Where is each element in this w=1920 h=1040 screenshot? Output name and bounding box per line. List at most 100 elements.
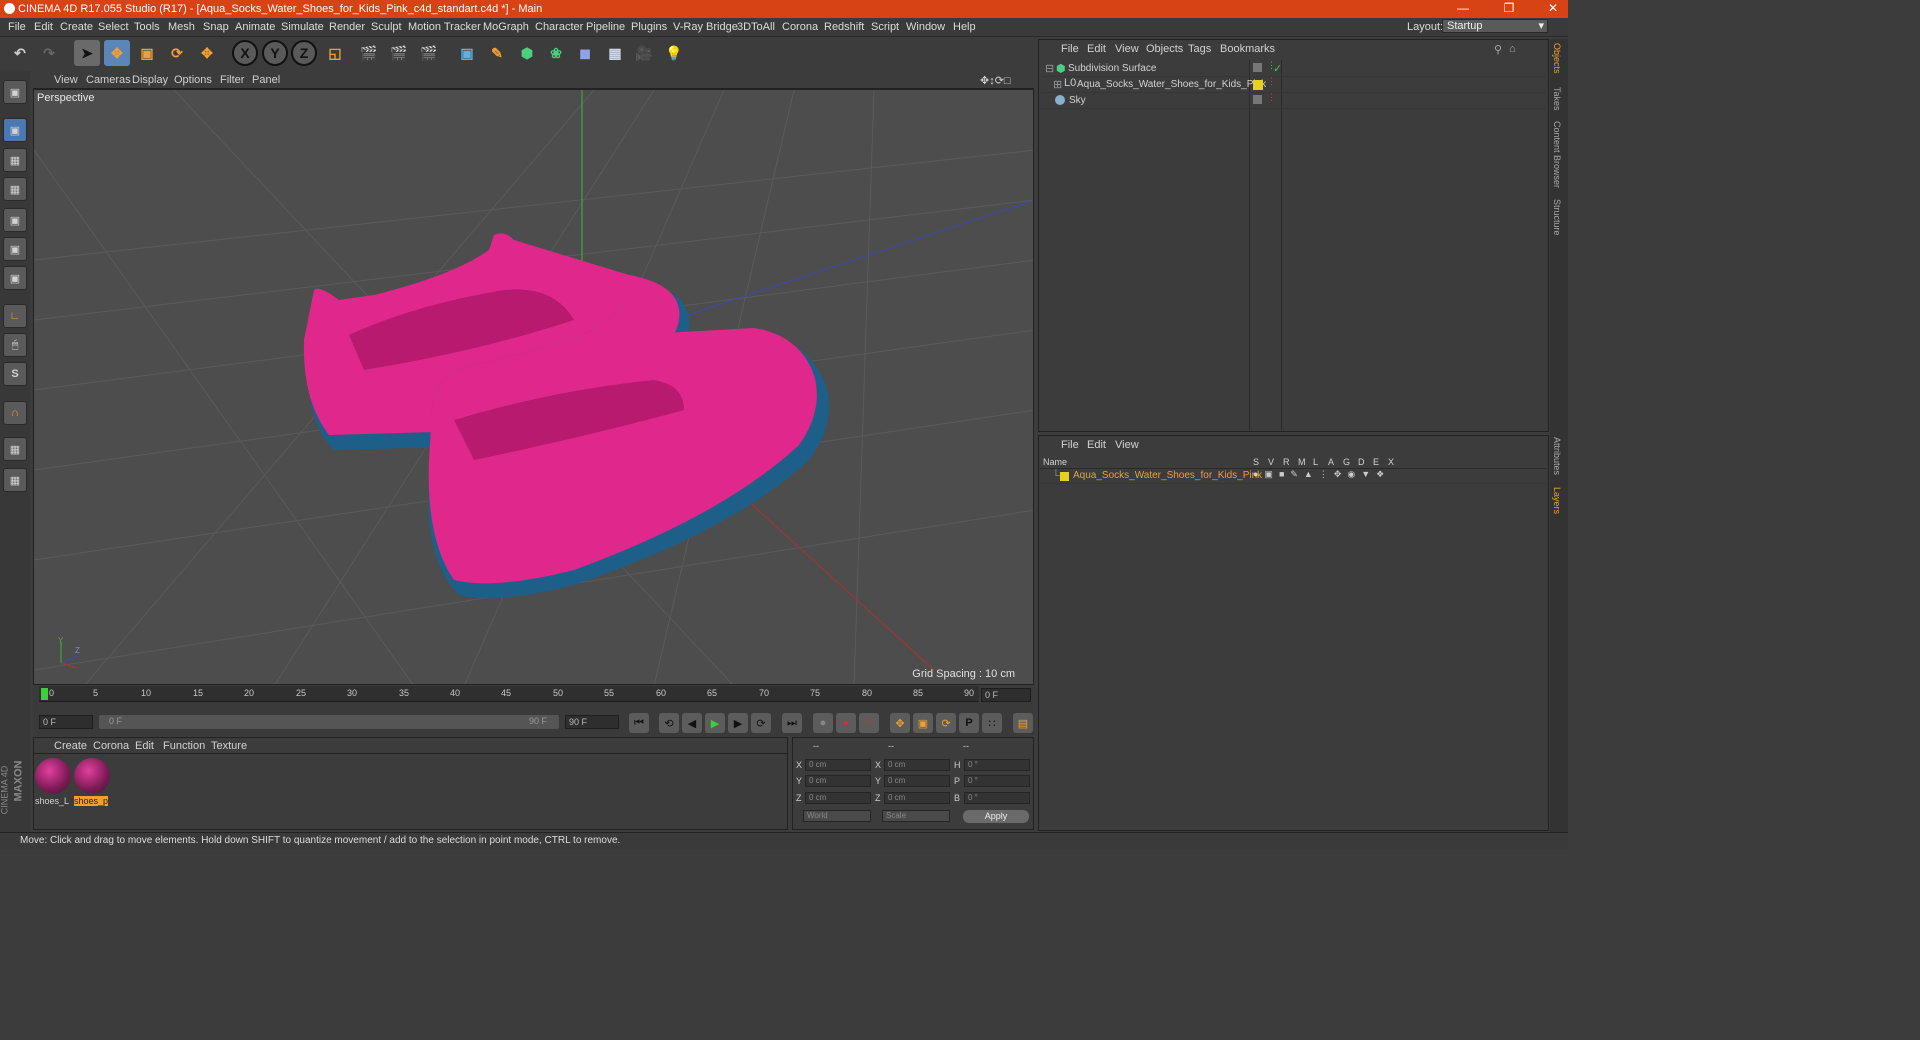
- close-button[interactable]: ✕: [1538, 1, 1568, 15]
- make-editable-icon[interactable]: ▣: [3, 80, 27, 104]
- go-to-start-icon[interactable]: ⏮: [629, 713, 649, 733]
- coordinate-system-button[interactable]: ◱: [322, 40, 348, 66]
- home-icon[interactable]: ⌂: [1509, 43, 1516, 55]
- viewport-menu-cameras[interactable]: Cameras: [86, 74, 131, 86]
- object-menu-edit[interactable]: Edit: [1087, 43, 1106, 55]
- viewport-nav-icons[interactable]: ✥↕⟳□: [980, 74, 1011, 87]
- object-menu-view[interactable]: View: [1115, 43, 1139, 55]
- record-keys-icon[interactable]: ●: [813, 713, 833, 733]
- x-axis-lock-button[interactable]: X: [232, 40, 258, 66]
- visibility-dots-icon[interactable]: ⋮: [1267, 76, 1276, 87]
- menu-3dtoall[interactable]: 3DToAll: [737, 21, 775, 33]
- viewport-menu-filter[interactable]: Filter: [220, 74, 244, 86]
- restore-button[interactable]: ❐: [1494, 1, 1524, 15]
- menu-mograph[interactable]: MoGraph: [483, 21, 529, 33]
- menu-pipeline[interactable]: Pipeline: [586, 21, 625, 33]
- tab-layers[interactable]: Layers: [1552, 487, 1562, 514]
- menu-simulate[interactable]: Simulate: [281, 21, 324, 33]
- keyframe-selection-icon[interactable]: ?: [859, 713, 879, 733]
- redo-button[interactable]: ↷: [36, 40, 62, 66]
- rotation-h-field[interactable]: 0 °: [964, 759, 1030, 771]
- playhead[interactable]: [41, 688, 48, 700]
- y-axis-lock-button[interactable]: Y: [262, 40, 288, 66]
- next-key-icon[interactable]: ⟳: [751, 713, 771, 733]
- viewport-menu-panel[interactable]: Panel: [252, 74, 280, 86]
- material-menu-create[interactable]: Create: [54, 740, 87, 752]
- coordinate-space-dropdown[interactable]: World: [803, 810, 871, 822]
- menu-mesh[interactable]: Mesh: [168, 21, 195, 33]
- next-frame-icon[interactable]: ▶: [728, 713, 748, 733]
- position-z-field[interactable]: 0 cm: [805, 792, 871, 804]
- transform-tool-button[interactable]: ✥: [194, 40, 220, 66]
- z-axis-lock-button[interactable]: Z: [291, 40, 317, 66]
- previous-frame-icon[interactable]: ◀: [682, 713, 702, 733]
- move-tool-button[interactable]: ✥: [104, 40, 130, 66]
- material-menu-corona[interactable]: Corona: [93, 740, 129, 752]
- menu-help[interactable]: Help: [953, 21, 976, 33]
- planar-workplane-icon[interactable]: ▦: [3, 468, 27, 492]
- render-settings-button[interactable]: 🎬: [416, 40, 442, 66]
- key-rotation-icon[interactable]: ⟳: [936, 713, 956, 733]
- layer-color-icon[interactable]: [1253, 80, 1263, 90]
- material-menu-texture[interactable]: Texture: [211, 740, 247, 752]
- menu-create[interactable]: Create: [60, 21, 93, 33]
- menu-edit[interactable]: Edit: [34, 21, 53, 33]
- object-row-shoes[interactable]: ⊞ L0 Aqua_Socks_Water_Shoes_for_Kids_Pin…: [1041, 76, 1546, 93]
- layer-toggle-icons[interactable]: ●▣■✎▲⋮✥◉▼❖: [1253, 469, 1390, 480]
- floor-button[interactable]: ▦: [602, 40, 628, 66]
- tab-objects[interactable]: Objects: [1552, 43, 1562, 74]
- spline-pen-button[interactable]: ✎: [484, 40, 510, 66]
- object-row-subdivision[interactable]: ⊟ ⬢ Subdivision Surface ⋮ ✓: [1041, 60, 1546, 77]
- frame-range-slider[interactable]: 0 F 90 F: [99, 715, 559, 729]
- tweak-mode-icon[interactable]: 🖱: [3, 333, 27, 357]
- light-button[interactable]: 💡: [661, 40, 687, 66]
- end-frame-field[interactable]: 90 F: [565, 715, 619, 729]
- start-frame-field[interactable]: 0 F: [39, 715, 93, 729]
- current-frame-field[interactable]: 0 F: [981, 688, 1031, 702]
- size-x-field[interactable]: 0 cm: [884, 759, 950, 771]
- render-picture-viewer-button[interactable]: 🎬: [386, 40, 412, 66]
- menu-script[interactable]: Script: [871, 21, 899, 33]
- menu-redshift[interactable]: Redshift: [824, 21, 864, 33]
- lock-workplane-icon[interactable]: ▦: [3, 437, 27, 461]
- menu-sculpt[interactable]: Sculpt: [371, 21, 402, 33]
- edit-tag-icon[interactable]: [1253, 63, 1262, 72]
- material-swatch[interactable]: [74, 758, 110, 794]
- key-scale-icon[interactable]: ▣: [913, 713, 933, 733]
- scale-tool-button[interactable]: ▣: [134, 40, 160, 66]
- position-y-field[interactable]: 0 cm: [805, 775, 871, 787]
- go-to-end-icon[interactable]: ⏭: [782, 713, 802, 733]
- material-menu-function[interactable]: Function: [163, 740, 205, 752]
- viewport-menu-view[interactable]: View: [54, 74, 78, 86]
- menu-plugins[interactable]: Plugins: [631, 21, 667, 33]
- visibility-dots-icon[interactable]: ⋮: [1267, 92, 1276, 103]
- layer-menu-edit[interactable]: Edit: [1087, 439, 1106, 451]
- snap-icon[interactable]: S: [3, 362, 27, 386]
- menu-select[interactable]: Select: [98, 21, 129, 33]
- position-x-field[interactable]: 0 cm: [805, 759, 871, 771]
- viewport-menu-options[interactable]: Options: [174, 74, 212, 86]
- size-z-field[interactable]: 0 cm: [884, 792, 950, 804]
- layer-menu-view[interactable]: View: [1115, 439, 1139, 451]
- points-mode-icon[interactable]: ▣: [3, 208, 27, 232]
- edges-mode-icon[interactable]: ▣: [3, 237, 27, 261]
- deformer-button[interactable]: ◼: [572, 40, 598, 66]
- object-menu-file[interactable]: File: [1061, 43, 1079, 55]
- enabled-check-icon[interactable]: ✓: [1273, 62, 1282, 75]
- rotation-b-field[interactable]: 0 °: [964, 792, 1030, 804]
- subdivision-surface-button[interactable]: ⬢: [514, 40, 540, 66]
- timeline[interactable]: 0 5 10 15 20 25 30 35 40 45 50 55 60 65 …: [33, 686, 1034, 710]
- magnet-icon[interactable]: ∩: [3, 401, 27, 425]
- undo-button[interactable]: ↶: [7, 40, 33, 66]
- tab-takes[interactable]: Takes: [1552, 87, 1562, 111]
- polygons-mode-icon[interactable]: ▣: [3, 266, 27, 290]
- object-row-sky[interactable]: Sky ⋮: [1041, 92, 1546, 109]
- object-menu-objects[interactable]: Objects: [1146, 43, 1183, 55]
- cloner-button[interactable]: ❀: [543, 40, 569, 66]
- object-menu-tags[interactable]: Tags: [1188, 43, 1211, 55]
- menu-corona[interactable]: Corona: [782, 21, 818, 33]
- menu-animate[interactable]: Animate: [235, 21, 275, 33]
- timeline-window-icon[interactable]: ▤: [1013, 713, 1033, 733]
- axis-mode-icon[interactable]: ∟: [3, 304, 27, 328]
- collapse-icon[interactable]: ⊟: [1045, 62, 1054, 75]
